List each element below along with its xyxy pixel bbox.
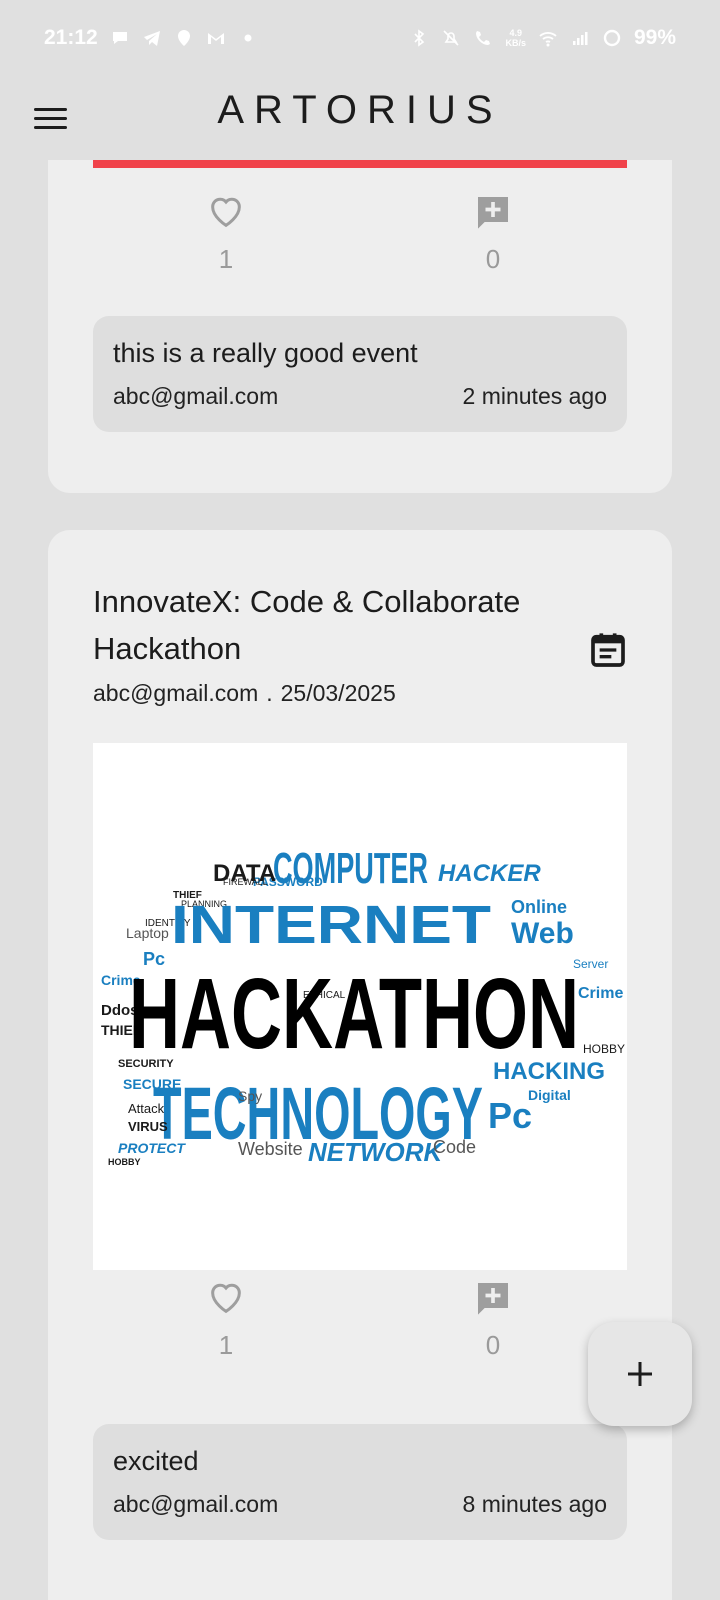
- comment-time: 8 minutes ago: [462, 1491, 607, 1517]
- app-bar: ARTORIUS: [0, 76, 720, 160]
- network-speed-value: 4.9: [509, 28, 522, 38]
- chat-bubble-icon: [112, 32, 127, 44]
- word-computer: COMPUTER: [273, 844, 428, 893]
- word-website: Website: [238, 1139, 303, 1159]
- word-code: Code: [433, 1137, 476, 1157]
- comment-meta: abc@gmail.com 8 minutes ago: [113, 1491, 607, 1518]
- word-pc-large: Pc: [488, 1095, 532, 1136]
- calendar-event-icon: [591, 633, 625, 667]
- comment-time: 2 minutes ago: [462, 383, 607, 409]
- word-internet: INTERNET: [171, 895, 491, 955]
- like-count: 1: [218, 244, 234, 274]
- heart-outline-icon: [211, 1283, 241, 1314]
- status-right: 4.9 KB/s 99%: [409, 26, 676, 50]
- network-speed-unit: KB/s: [505, 38, 526, 48]
- like-button[interactable]: 1: [186, 192, 266, 275]
- word-protect: PROTECT: [118, 1140, 186, 1156]
- post-card: InnovateX: Code & Collaborate Hackathon …: [48, 530, 672, 1600]
- signal-icon: [572, 32, 588, 45]
- post-image-bottom-edge: [93, 160, 627, 168]
- word-hackathon: HACKATHON: [129, 958, 579, 1070]
- word-virus: VIRUS: [128, 1119, 168, 1134]
- network-speed: 4.9 KB/s: [505, 28, 526, 48]
- word-spy: Spy: [238, 1088, 262, 1104]
- wifi-call-icon: [476, 31, 491, 45]
- plus-icon: [628, 1362, 652, 1386]
- telegram-icon: [143, 31, 160, 46]
- comment-button[interactable]: 0: [453, 192, 533, 275]
- status-bar: 21:12 4.9 KB/s 99%: [0, 0, 720, 76]
- comment-text: excited: [113, 1446, 199, 1476]
- create-post-button[interactable]: [588, 1322, 692, 1426]
- app-title: ARTORIUS: [217, 88, 503, 132]
- post-date: 25/03/2025: [280, 680, 396, 706]
- post-author: abc@gmail.com: [93, 680, 259, 706]
- heart-outline-icon: [211, 197, 241, 228]
- word-laptop: Laptop: [126, 925, 169, 941]
- comment-button[interactable]: 0: [453, 1278, 533, 1361]
- word-digital: Digital: [528, 1087, 571, 1103]
- comment-count: 0: [485, 1330, 501, 1360]
- mute-bell-icon: [443, 30, 460, 46]
- post-meta: abc@gmail.com . 25/03/2025: [93, 680, 396, 707]
- like-button[interactable]: 1: [186, 1278, 266, 1361]
- word-data: DATA: [213, 860, 276, 887]
- comment-count: 0: [485, 244, 501, 274]
- notification-dot-icon: [244, 34, 252, 42]
- comment-author: abc@gmail.com: [113, 383, 279, 409]
- status-left: 21:12: [44, 26, 258, 50]
- word-hacking: HACKING: [493, 1058, 605, 1085]
- post-meta-separator: .: [266, 680, 273, 706]
- gmail-icon: [207, 33, 224, 44]
- word-hobby: HOBBY: [108, 1157, 141, 1167]
- add-comment-icon: [478, 197, 508, 229]
- battery-icon: [603, 29, 621, 47]
- hackathon-word-cloud: PASSWORD FIREWALL PLANNING DATA COMPUTER…: [101, 830, 625, 1180]
- bluetooth-icon: [414, 29, 425, 47]
- word-hacker: HACKER: [438, 860, 541, 887]
- battery-percent: 99%: [633, 26, 676, 49]
- like-count: 1: [218, 1330, 234, 1360]
- word-network: NETWORK: [308, 1137, 445, 1167]
- wifi-icon: [539, 32, 557, 47]
- word-secure: SECURE: [123, 1076, 181, 1092]
- word-web: Web: [511, 917, 574, 950]
- latest-comment[interactable]: this is a really good event abc@gmail.co…: [93, 316, 627, 432]
- word-online: Online: [511, 897, 567, 917]
- add-comment-icon: [478, 1283, 508, 1315]
- comment-text: this is a really good event: [113, 338, 418, 368]
- status-time: 21:12: [44, 26, 98, 49]
- post-card: 1 0 this is a really good event abc@gmai…: [48, 120, 672, 493]
- post-image[interactable]: PASSWORD FIREWALL PLANNING DATA COMPUTER…: [93, 743, 627, 1270]
- word-crime-2: Crime: [578, 985, 623, 1002]
- post-actions: 1 0: [48, 1278, 672, 1368]
- comment-meta: abc@gmail.com 2 minutes ago: [113, 383, 607, 410]
- post-title[interactable]: InnovateX: Code & Collaborate Hackathon: [93, 578, 573, 672]
- comment-author: abc@gmail.com: [113, 1491, 279, 1517]
- word-hobby-right: HOBBY: [583, 1042, 625, 1056]
- latest-comment[interactable]: excited abc@gmail.com 8 minutes ago: [93, 1424, 627, 1540]
- location-pin-icon: [177, 30, 190, 46]
- word-attack: Attack: [128, 1101, 165, 1116]
- post-actions: 1 0: [48, 192, 672, 282]
